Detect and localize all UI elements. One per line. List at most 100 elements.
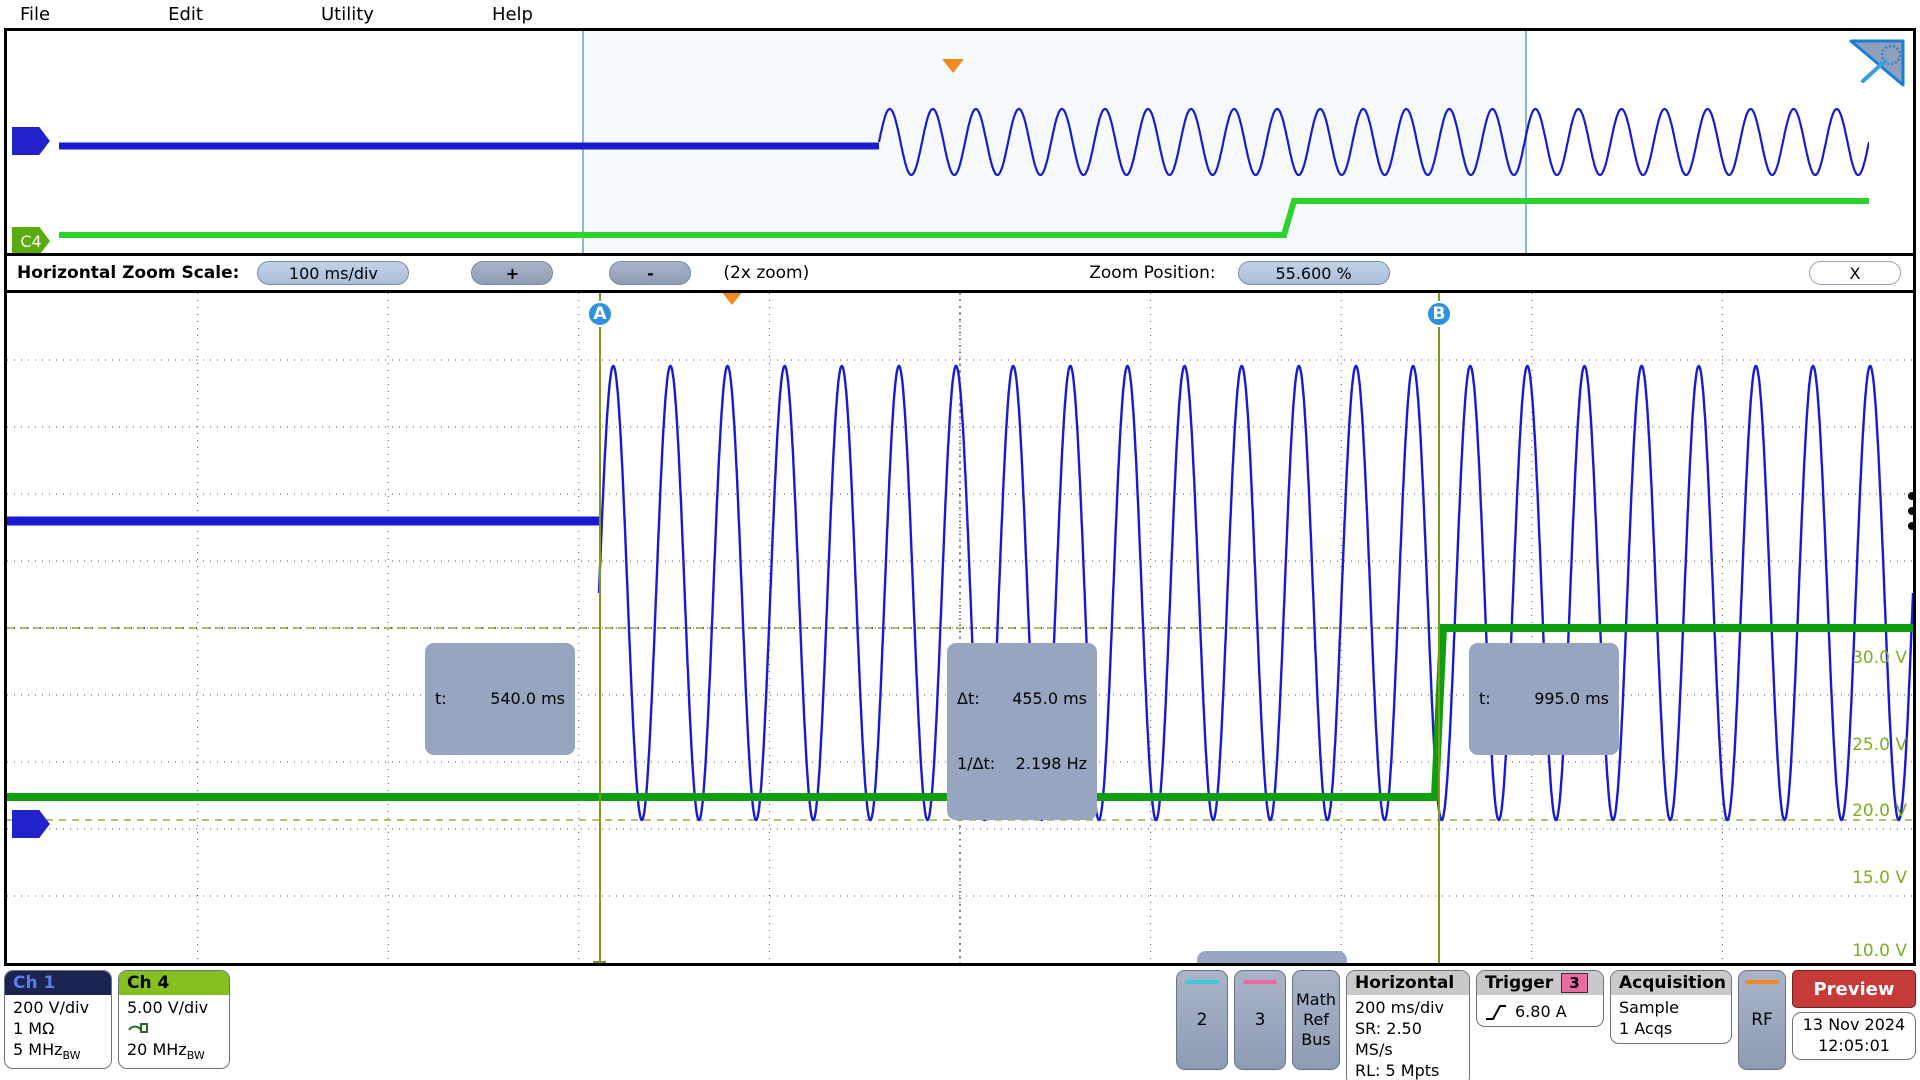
readout-inv-dt-value: 2.198 Hz [1015,753,1087,773]
acquisition-panel[interactable]: Acquisition Sample 1 Acqs [1610,970,1732,1045]
zoom-close-button[interactable]: X [1809,261,1901,285]
readout-t-b-value: 995.0 ms [1534,689,1609,709]
zoom-position-value[interactable]: 55.600 % [1237,261,1390,285]
zoom-scale-decrease-button[interactable]: - [609,261,692,285]
zoom-factor-label: (2x zoom) [723,263,810,283]
cursor-b-handle[interactable]: B [1426,301,1452,327]
channel-1-bandwidth-row: 5 MHzBW [13,1039,103,1064]
overview-badge-c4-label: C4 [20,231,42,251]
rf-color-bar [1745,980,1779,984]
bus-label: Bus [1301,1030,1331,1049]
math-ref-bus-button[interactable]: Math Ref Bus [1292,970,1340,1070]
horizontal-scale: 200 ms/div [1355,998,1445,1017]
channel-2-color-bar [1185,980,1219,984]
vaxis-label-15: 15.0 V [1852,868,1907,888]
dot-icon [1908,492,1916,500]
math-label: Math [1295,990,1337,1009]
zoom-position-label: Zoom Position: [1089,263,1216,283]
status-bar: Ch 1 200 V/div 1 MΩ 5 MHzBW Ch 4 5.00 V/… [0,966,1920,1080]
acquisition-title: Acquisition [1611,971,1731,995]
vaxis-label-25: 25.0 V [1852,735,1907,755]
channel-1-bandwidth: 5 MHz [13,1040,63,1060]
overview-trace-c1 [59,107,1869,177]
horizontal-sample-rate: SR: 2.50 MS/s [1355,1019,1422,1060]
channel-3-color-bar [1243,980,1277,984]
menu-item-file[interactable]: File [20,4,50,25]
channel-4-panel[interactable]: Ch 4 5.00 V/div 20 MHzBW [118,970,230,1069]
menu-item-edit[interactable]: Edit [168,4,203,25]
vaxis-label-20: 20.0 V [1852,801,1907,821]
rising-edge-icon [1486,1004,1506,1020]
ref-label: Ref [1303,1010,1329,1029]
zoom-box-icon[interactable] [1847,37,1907,89]
readout-inv-dt-key: 1/Δt: [957,753,996,773]
dot-icon [1908,507,1916,515]
overview-badge-c1-label: C1 [20,131,42,151]
dot-icon [1908,522,1916,530]
zoom-waveform-plot[interactable]: A B C1 C4 t: 540.0 ms Δt: 455.0 ms 1/Δt:… [4,290,1916,966]
datetime-display: 13 Nov 2024 12:05:01 [1792,1012,1916,1060]
date-label: 13 Nov 2024 [1802,1015,1906,1034]
acquisition-mode: Sample [1619,998,1679,1017]
cursor-v-a-marker[interactable] [593,961,606,963]
readout-delta-time[interactable]: Δt: 455.0 ms 1/Δt: 2.198 Hz [947,643,1097,820]
readout-voltage-a[interactable]: V: 11.30 V [1197,951,1347,963]
channel-3-label: 3 [1254,1010,1266,1030]
channel-4-scale: 5.00 V/div [127,998,209,1017]
rf-label: RF [1751,1010,1773,1030]
zoom-scale-value[interactable]: 100 ms/div [257,261,410,285]
channel-2-label: 2 [1196,1010,1208,1030]
horizontal-title: Horizontal [1347,971,1469,995]
channel-2-button[interactable]: 2 [1176,970,1228,1070]
bandwidth-limit-icon: BW [186,1049,205,1063]
channel-1-impedance: 1 MΩ [13,1019,55,1039]
readout-cursor-a-time[interactable]: t: 540.0 ms [425,643,575,755]
trigger-panel[interactable]: Trigger 3 6.80 A [1476,970,1604,1028]
readout-t-a-value: 540.0 ms [490,689,565,709]
zoom-badge-c1-label: C1 [20,814,42,834]
channel-1-panel[interactable]: Ch 1 200 V/div 1 MΩ 5 MHzBW [4,970,112,1069]
trigger-position-marker[interactable] [942,59,964,73]
channel-1-scale: 200 V/div [13,998,90,1017]
trigger-source-badge[interactable]: 3 [1561,973,1588,993]
menu-item-help[interactable]: Help [492,4,533,25]
rf-button[interactable]: RF [1738,970,1786,1070]
trigger-title: Trigger [1485,973,1554,993]
readout-cursor-b-time[interactable]: t: 995.0 ms [1469,643,1619,755]
menu-item-utility[interactable]: Utility [321,4,374,25]
time-label: 12:05:01 [1818,1035,1890,1055]
trigger-level: 6.80 A [1515,1002,1567,1021]
acquisition-count: 1 Acqs [1619,1019,1673,1039]
channel-4-probe-row [127,1018,221,1039]
channel-4-title: Ch 4 [119,971,229,995]
readout-t-b-key: t: [1479,689,1491,709]
overview-channel-badge-c1[interactable]: C1 [12,127,50,155]
channel-3-button[interactable]: 3 [1234,970,1286,1070]
preview-button[interactable]: Preview [1792,970,1916,1008]
readout-t-a-key: t: [435,689,447,709]
menu-bar: File Edit Utility Help [0,0,1920,28]
channel-4-bandwidth: 20 MHz [127,1040,187,1060]
cursor-a-line[interactable] [599,293,601,963]
overview-channel-badge-c4[interactable]: C4 [12,227,50,253]
cursor-b-line[interactable] [1438,293,1440,963]
bandwidth-limit-icon: BW [62,1049,81,1063]
probe-icon [128,1023,148,1034]
vaxis-label-30: 30.0 V [1852,648,1907,668]
zoom-scale-label: Horizontal Zoom Scale: [17,263,240,283]
cursor-a-handle[interactable]: A [587,301,613,327]
trigger-header: Trigger 3 [1477,971,1603,995]
overview-trace-c4 [59,198,1869,238]
readout-dt-key: Δt: [957,689,980,709]
cursor-b-label: B [1432,304,1446,324]
vaxis-label-10: 10.0 V [1852,941,1907,961]
zoom-scale-increase-button[interactable]: + [471,261,554,285]
overview-waveform-pane[interactable]: C1 C4 [4,28,1916,256]
zoom-trace-c4 [7,624,1913,801]
readout-dt-value: 455.0 ms [1012,689,1087,709]
preview-group: Preview 13 Nov 2024 12:05:01 [1792,970,1916,1060]
horizontal-panel[interactable]: Horizontal 200 ms/div SR: 2.50 MS/s RL: … [1346,970,1470,1080]
cursor-a-label: A [593,304,607,324]
right-edge-more-handle[interactable] [1908,492,1916,530]
zoom-control-bar: Horizontal Zoom Scale: 100 ms/div + - (2… [4,256,1916,290]
